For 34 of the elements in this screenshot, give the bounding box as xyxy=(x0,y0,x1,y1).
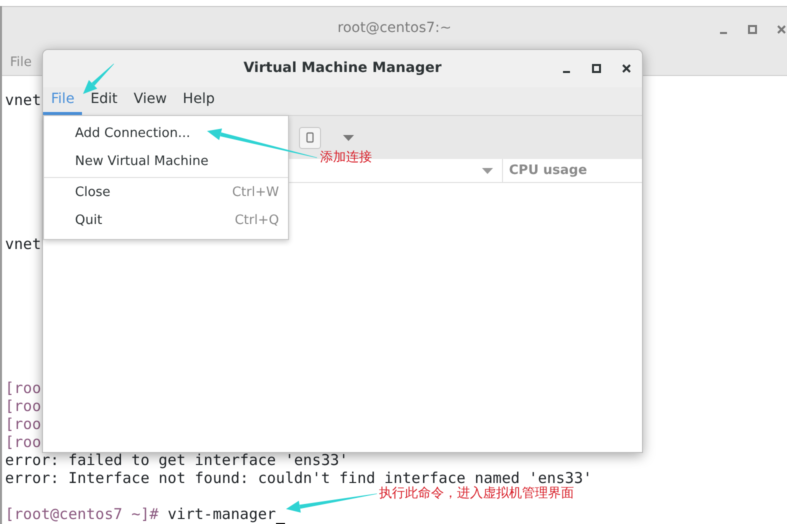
menu-label: Quit xyxy=(75,212,102,230)
menu-item[interactable]: Help xyxy=(174,87,223,115)
menu-label: Close xyxy=(75,184,110,202)
terminal-line: vnet xyxy=(5,91,42,109)
close-icon[interactable] xyxy=(621,63,632,74)
terminal-prompt: [roo xyxy=(5,397,42,415)
terminal-prompt: [root@centos7 ~]# xyxy=(5,505,159,523)
menu-item[interactable]: Close Ctrl+W xyxy=(44,179,288,207)
maximize-icon[interactable] xyxy=(591,63,602,74)
terminal-prompt: [roo xyxy=(5,415,42,433)
annotation-text: 执行此命令，进入虚拟机管理界面 xyxy=(379,485,574,503)
window-title: Virtual Machine Manager xyxy=(243,59,442,78)
terminal-line: vnet xyxy=(5,235,42,253)
menu-label: New Virtual Machine xyxy=(75,153,209,172)
menu-item[interactable]: Quit Ctrl+Q xyxy=(44,207,288,235)
dropdown-icon[interactable] xyxy=(343,134,354,140)
terminal-prompt: [roo xyxy=(5,433,42,451)
device-icon xyxy=(306,132,314,143)
menu-item[interactable]: New Virtual Machine xyxy=(44,148,288,176)
menu-item[interactable]: Edit xyxy=(82,87,126,115)
shortcut-label: Ctrl+W xyxy=(232,184,279,202)
window-title: root@centos7:~ xyxy=(338,19,452,38)
terminal-command: virt-manager xyxy=(168,505,276,523)
menu-label: Add Connection... xyxy=(75,125,190,144)
terminal-prompt: [roo xyxy=(5,379,42,397)
menu-item[interactable]: View xyxy=(126,87,175,115)
terminal-line: error: failed to get interface 'ens33' xyxy=(5,451,348,469)
shortcut-label: Ctrl+Q xyxy=(234,212,279,230)
toolbar-button[interactable] xyxy=(299,126,321,148)
annotation-text: 添加连接 xyxy=(320,149,372,167)
menu-item[interactable]: Add Connection... xyxy=(44,120,288,148)
annotation-arrow xyxy=(83,64,114,94)
terminal-line: error: Interface not found: couldn't find interface named 'ens33' xyxy=(5,469,592,487)
sort-icon[interactable] xyxy=(482,168,493,174)
